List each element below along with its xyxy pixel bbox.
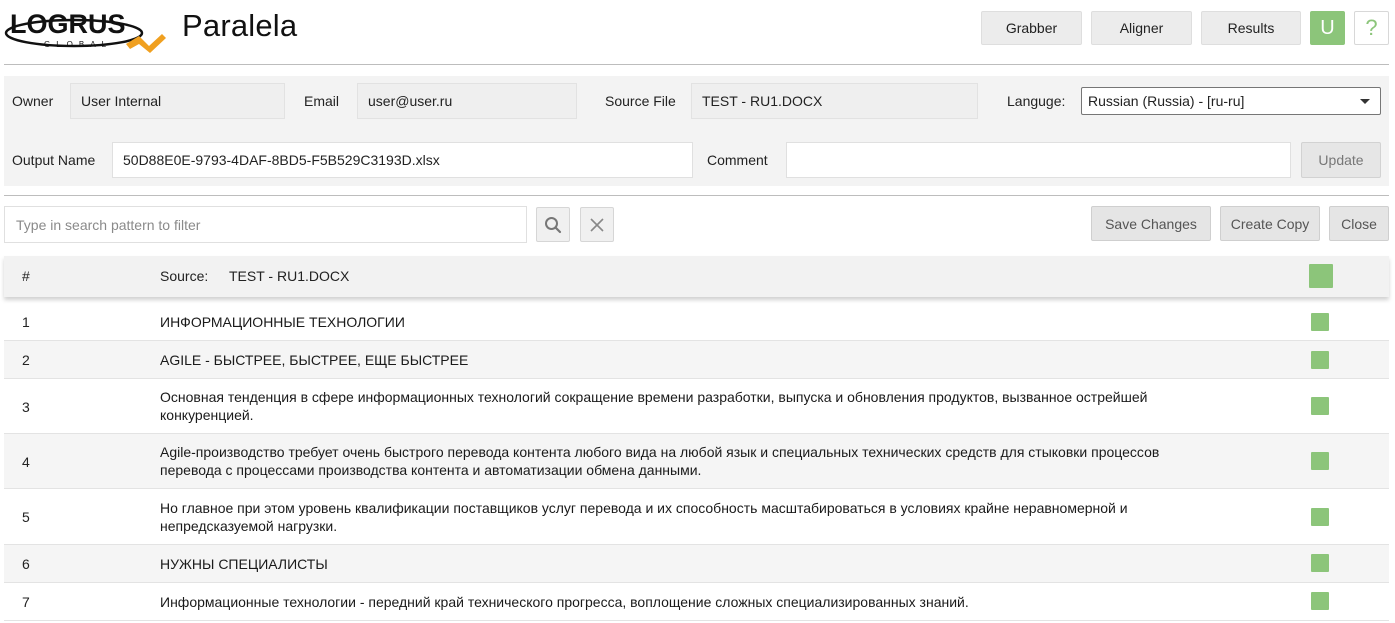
row-checkbox[interactable] — [1311, 397, 1329, 415]
row-number: 3 — [22, 399, 30, 415]
checkbox-checked-icon — [1311, 397, 1329, 415]
comment-label: Comment — [707, 152, 768, 168]
row-source-text: Agile-производство требует очень быстрог… — [160, 444, 1160, 478]
app-title: Paralela — [182, 8, 298, 43]
header-divider — [4, 64, 1389, 65]
create-copy-button[interactable]: Create Copy — [1220, 206, 1320, 241]
row-source-text: AGILE - БЫСТРЕЕ, БЫСТРЕЕ, ЕЩЕ БЫСТРЕЕ — [160, 352, 469, 368]
owner-label: Owner — [12, 93, 54, 109]
checkbox-checked-icon — [1309, 264, 1333, 288]
row-checkbox[interactable] — [1311, 592, 1329, 610]
row-checkbox[interactable] — [1311, 313, 1329, 331]
form-divider — [4, 195, 1389, 196]
output-name-input[interactable]: 50D88E0E-9793-4DAF-8BD5-F5B529C3193D.xls… — [112, 142, 693, 178]
table-row: 4 Agile-производство требует очень быстр… — [4, 434, 1389, 489]
table-header: # Source: TEST - RU1.DOCX — [4, 256, 1389, 297]
table-row: 6 НУЖНЫ СПЕЦИАЛИСТЫ — [4, 545, 1389, 583]
close-icon — [590, 217, 604, 232]
source-file-name: TEST - RU1.DOCX — [229, 268, 350, 284]
save-changes-button[interactable]: Save Changes — [1091, 206, 1211, 241]
checkbox-checked-icon — [1311, 351, 1329, 369]
logrus-logo[interactable]: LOGRUS GLOBAL — [4, 6, 172, 54]
clear-search-button[interactable] — [580, 207, 614, 242]
row-number: 1 — [22, 314, 30, 330]
row-number: 6 — [22, 556, 30, 572]
select-all-checkbox[interactable] — [1309, 264, 1333, 288]
checkbox-checked-icon — [1311, 554, 1329, 572]
table-row: 5 Но главное при этом уровень квалификац… — [4, 489, 1389, 545]
row-source-text: Но главное при этом уровень квалификации… — [160, 500, 1128, 534]
email-label: Email — [304, 93, 340, 109]
search-icon — [545, 216, 562, 233]
checkbox-checked-icon — [1311, 313, 1329, 331]
update-button[interactable]: Update — [1301, 142, 1381, 178]
table-row: 2 AGILE - БЫСТРЕЕ, БЫСТРЕЕ, ЕЩЕ БЫСТРЕЕ — [4, 341, 1389, 379]
search-input[interactable] — [4, 206, 527, 243]
row-source-text: ИНФОРМАЦИОННЫЕ ТЕХНОЛОГИИ — [160, 314, 405, 330]
close-button[interactable]: Close — [1329, 206, 1389, 241]
row-number: 2 — [22, 352, 30, 368]
source-file-field: TEST - RU1.DOCX — [691, 83, 978, 119]
checkbox-checked-icon — [1311, 452, 1329, 470]
logo-text: LOGRUS — [10, 9, 126, 39]
row-source-text: НУЖНЫ СПЕЦИАЛИСТЫ — [160, 556, 328, 572]
comment-input[interactable] — [786, 142, 1291, 178]
checkbox-checked-icon — [1311, 592, 1329, 610]
aligner-button[interactable]: Aligner — [1091, 11, 1192, 45]
chevron-down-icon — [1360, 99, 1370, 104]
email-field: user@user.ru — [357, 83, 577, 119]
logo-subtext: GLOBAL — [44, 40, 112, 49]
table-row: 1 ИНФОРМАЦИОННЫЕ ТЕХНОЛОГИИ — [4, 303, 1389, 341]
row-number: 7 — [22, 594, 30, 610]
output-name-label: Output Name — [12, 152, 96, 168]
language-select-value: Russian (Russia) - [ru-ru] — [1088, 93, 1245, 109]
help-button[interactable]: ? — [1354, 11, 1389, 45]
row-number: 4 — [22, 454, 30, 470]
app-header: LOGRUS GLOBAL Paralela Grabber Aligner R… — [0, 0, 1395, 64]
row-checkbox[interactable] — [1311, 351, 1329, 369]
owner-field: User Internal — [70, 83, 285, 119]
row-source-text: Основная тенденция в сфере информационны… — [160, 389, 1148, 423]
table-row: 3 Основная тенденция в сфере информацион… — [4, 379, 1389, 434]
grabber-button[interactable]: Grabber — [981, 11, 1082, 45]
language-select[interactable]: Russian (Russia) - [ru-ru] — [1081, 87, 1381, 115]
user-avatar-button[interactable]: U — [1310, 11, 1345, 45]
checkbox-checked-icon — [1311, 508, 1329, 526]
row-checkbox[interactable] — [1311, 452, 1329, 470]
table-row: 7 Информационные технологии - передний к… — [4, 583, 1389, 621]
row-checkbox[interactable] — [1311, 508, 1329, 526]
row-number: 5 — [22, 509, 30, 525]
search-button[interactable] — [536, 207, 570, 242]
language-label: Languge: — [1007, 93, 1066, 109]
column-header-number: # — [22, 268, 30, 284]
row-checkbox[interactable] — [1311, 554, 1329, 572]
source-file-label: Source File — [605, 93, 676, 109]
row-source-text: Информационные технологии - передний кра… — [160, 594, 969, 610]
column-header-source: Source: — [160, 268, 209, 284]
results-button[interactable]: Results — [1201, 11, 1301, 45]
